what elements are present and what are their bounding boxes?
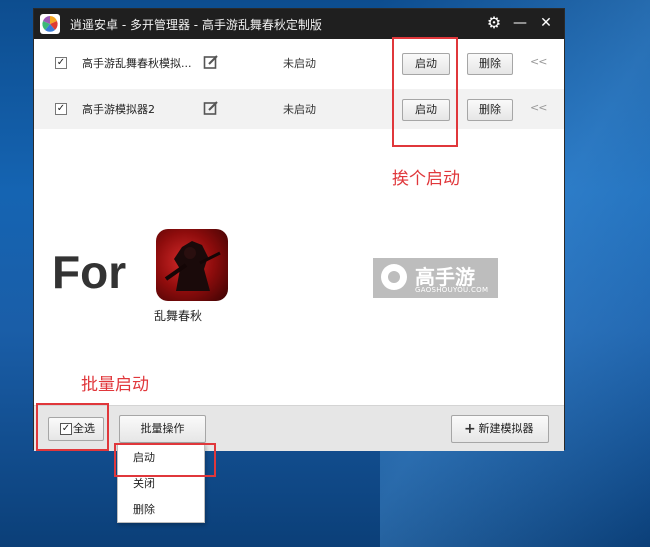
brand-logo: 高手游 GAOSHOUYOU.COM <box>373 258 498 298</box>
expand-chevron-icon[interactable]: << <box>530 101 547 114</box>
batch-annotation: 批量启动 <box>81 375 149 395</box>
new-emulator-button[interactable]: + 新建模拟器 <box>451 415 549 443</box>
instance-status: 未启动 <box>283 103 316 116</box>
menu-item-delete[interactable]: 删除 <box>118 497 204 523</box>
instance-checkbox[interactable]: ✓ <box>55 57 67 69</box>
delete-button[interactable]: 删除 <box>467 53 513 75</box>
title-bar: 逍遥安卓 - 多开管理器 - 高手游乱舞春秋定制版 ⚙ — ✕ <box>34 9 564 39</box>
minimize-icon[interactable]: — <box>510 13 530 33</box>
select-all-highlight-box <box>36 403 109 451</box>
instance-checkbox[interactable]: ✓ <box>55 103 67 115</box>
settings-gear-icon[interactable]: ⚙ <box>484 13 504 33</box>
instance-row: ✓ 高手游模拟器2 未启动 启动 删除 << <box>34 89 564 129</box>
window-title: 逍遥安卓 - 多开管理器 - 高手游乱舞春秋定制版 <box>70 18 322 32</box>
menu-start-highlight-box <box>114 443 216 477</box>
new-emulator-label: 新建模拟器 <box>478 422 534 435</box>
one-by-one-annotation: 挨个启动 <box>392 169 460 189</box>
for-label: For <box>52 246 127 298</box>
batch-operation-button[interactable]: 批量操作 <box>119 415 206 443</box>
expand-chevron-icon[interactable]: << <box>530 55 547 68</box>
instance-status: 未启动 <box>283 57 316 70</box>
app-logo-icon <box>40 14 60 34</box>
game-name: 乱舞春秋 <box>154 309 203 323</box>
instance-name: 高手游模拟器2 <box>82 103 155 116</box>
plus-icon: + <box>464 421 476 437</box>
multi-instance-manager-window: 逍遥安卓 - 多开管理器 - 高手游乱舞春秋定制版 ⚙ — ✕ ✓ 高手游乱舞春… <box>33 8 565 451</box>
edit-icon[interactable] <box>203 100 219 116</box>
brand-url: GAOSHOUYOU.COM <box>415 286 489 294</box>
close-icon[interactable]: ✕ <box>536 13 556 33</box>
delete-button[interactable]: 删除 <box>467 99 513 121</box>
instance-row: ✓ 高手游乱舞春秋模拟... 未启动 启动 删除 << <box>34 43 564 83</box>
edit-icon[interactable] <box>203 54 219 70</box>
instance-name: 高手游乱舞春秋模拟... <box>82 57 192 70</box>
start-highlight-box <box>392 37 458 147</box>
game-icon <box>156 229 228 301</box>
brand-g-icon <box>381 264 407 290</box>
